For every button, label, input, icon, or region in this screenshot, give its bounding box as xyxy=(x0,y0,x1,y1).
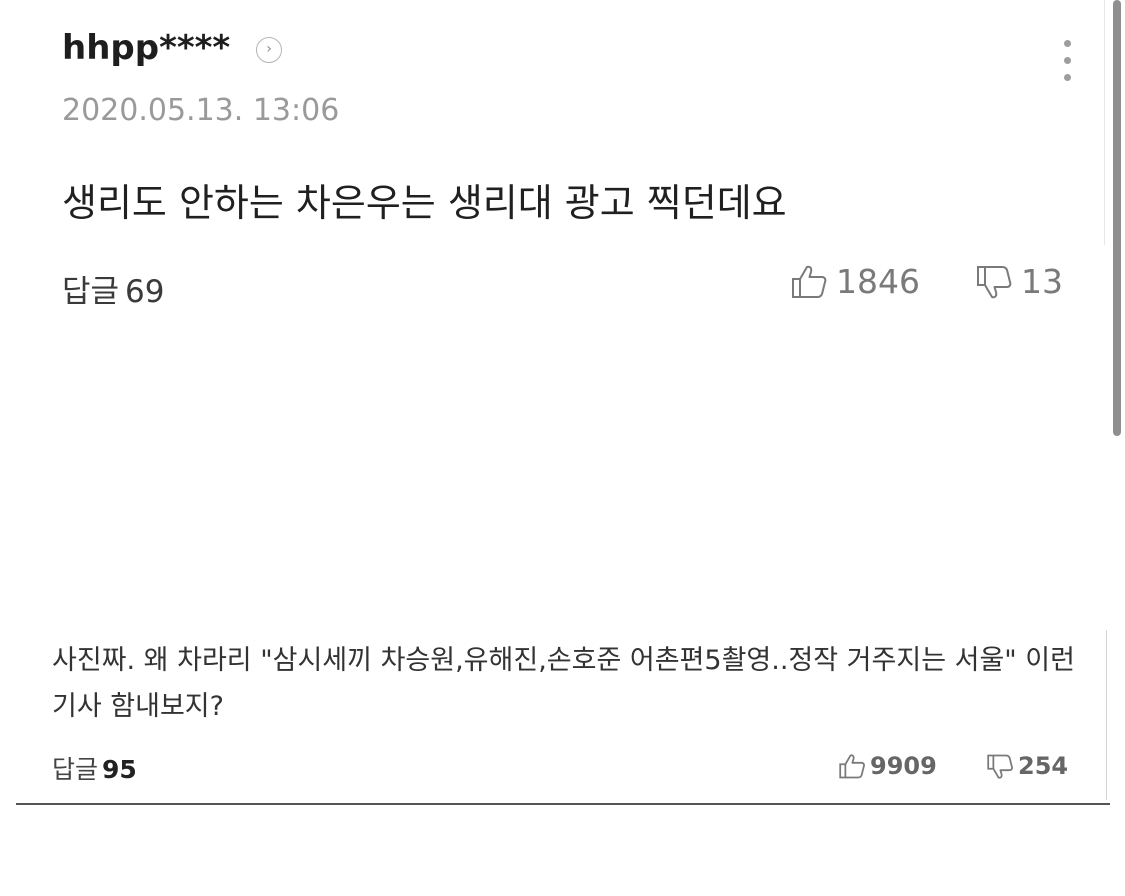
scroll-track xyxy=(1104,0,1105,245)
reply-button[interactable]: 답글 69 xyxy=(62,266,165,311)
like-count: 9909 xyxy=(870,752,937,780)
chevron-right-circle-icon[interactable]: › xyxy=(256,37,282,63)
reply-button[interactable]: 답글 95 xyxy=(52,750,137,786)
comment-item: 사진짜. 왜 차라리 "삼시세끼 차승원,유해진,손호준 어촌편5촬영..정작 … xyxy=(16,620,1110,805)
comment-text: 생리도 안하는 차은우는 생리대 광고 찍던데요 xyxy=(62,181,787,225)
dislike-count: 254 xyxy=(1018,752,1069,780)
thumbs-down-icon xyxy=(977,265,1012,298)
more-vertical-icon[interactable] xyxy=(1058,40,1076,90)
thumbs-up-icon xyxy=(792,265,827,298)
dislike-count: 13 xyxy=(1021,262,1063,301)
like-button[interactable]: 1846 xyxy=(790,262,920,301)
scrollbar[interactable] xyxy=(1113,0,1121,436)
reply-count: 69 xyxy=(125,274,165,310)
like-button[interactable]: 9909 xyxy=(838,752,937,780)
thumbs-down-icon xyxy=(987,754,1013,779)
like-count: 1846 xyxy=(836,262,920,301)
comment-border xyxy=(1106,630,1107,800)
dislike-button[interactable]: 254 xyxy=(986,752,1068,780)
reply-label: 답글 xyxy=(52,755,99,784)
thumbs-up-icon xyxy=(839,753,865,778)
dislike-button[interactable]: 13 xyxy=(975,262,1063,301)
comment-username[interactable]: hhpp**** xyxy=(62,28,230,68)
comment-timestamp: 2020.05.13. 13:06 xyxy=(62,93,340,128)
comment-item: hhpp**** › 2020.05.13. 13:06 생리도 안하는 차은우… xyxy=(0,0,1105,330)
reply-label: 답글 xyxy=(62,274,120,310)
comment-text: 사진짜. 왜 차라리 "삼시세끼 차승원,유해진,손호준 어촌편5촬영..정작 … xyxy=(52,645,1075,722)
reply-count: 95 xyxy=(102,755,137,784)
